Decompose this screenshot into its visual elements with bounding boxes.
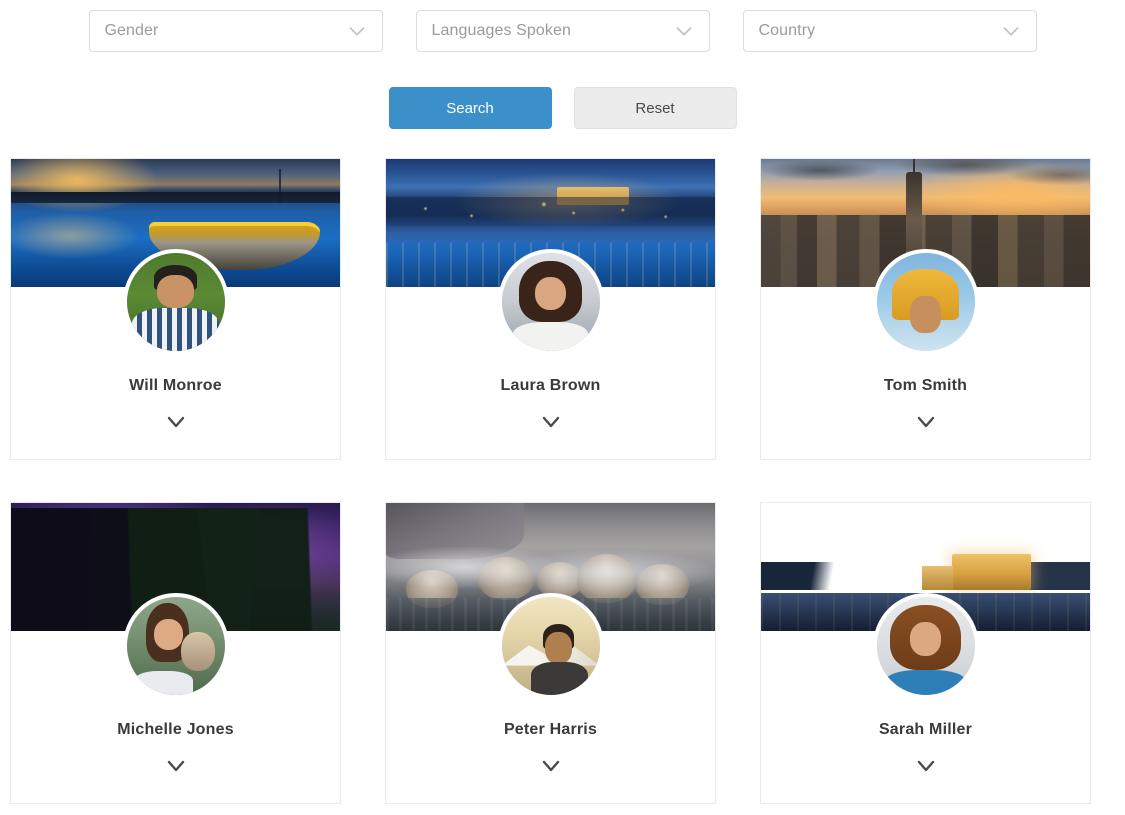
avatar (872, 593, 979, 699)
profile-name: Will Monroe (129, 377, 222, 394)
expand-profile-button[interactable] (161, 755, 191, 777)
profile-name: Laura Brown (500, 377, 601, 394)
filter-bar: Gender Languages Spoken Country (0, 10, 1125, 52)
profile-card[interactable]: Will Monroe (10, 158, 341, 460)
avatar (122, 249, 229, 355)
gender-select-label: Gender (104, 22, 159, 39)
woman-with-dog-image (126, 597, 225, 695)
search-button[interactable]: Search (388, 87, 552, 129)
man-with-towel-image (876, 253, 975, 351)
profile-name: Sarah Miller (878, 721, 973, 738)
woman-smiling-blue-top-image (876, 597, 975, 695)
profile-card[interactable]: Tom Smith (760, 158, 1091, 460)
chevron-down-icon (673, 20, 695, 42)
profile-name: Tom Smith (883, 377, 968, 394)
expand-profile-button[interactable] (911, 411, 941, 433)
gender-select[interactable]: Gender (88, 10, 383, 52)
chevron-down-icon (346, 20, 368, 42)
profile-card[interactable]: Sarah Miller (760, 502, 1091, 804)
languages-spoken-select-label: Languages Spoken (431, 22, 571, 39)
avatar (122, 593, 229, 699)
expand-profile-button[interactable] (911, 755, 941, 777)
avatar (872, 249, 979, 355)
man-drinking-outdoors-image (501, 597, 600, 695)
avatar (497, 249, 604, 355)
expand-profile-button[interactable] (161, 411, 191, 433)
country-select-label: Country (758, 22, 816, 39)
languages-spoken-select[interactable]: Languages Spoken (415, 10, 710, 52)
people-search-page: Gender Languages Spoken Country Search R… (0, 0, 1125, 815)
reset-button[interactable]: Reset (573, 87, 737, 129)
avatar (497, 593, 604, 699)
action-bar: Search Reset (0, 87, 1125, 129)
profile-card-grid: Will Monroe Laura Brown Tom Smith Michel… (10, 158, 1115, 804)
profile-card[interactable]: Michelle Jones (10, 502, 341, 804)
profile-name: Michelle Jones (117, 721, 234, 738)
expand-profile-button[interactable] (536, 755, 566, 777)
profile-card[interactable]: Laura Brown (385, 158, 716, 460)
country-select[interactable]: Country (742, 10, 1037, 52)
expand-profile-button[interactable] (536, 411, 566, 433)
man-in-checked-shirt-image (126, 253, 225, 351)
chevron-down-icon (1000, 20, 1022, 42)
woman-curly-hair-image (501, 253, 600, 351)
profile-name: Peter Harris (503, 721, 598, 738)
profile-card[interactable]: Peter Harris (385, 502, 716, 804)
